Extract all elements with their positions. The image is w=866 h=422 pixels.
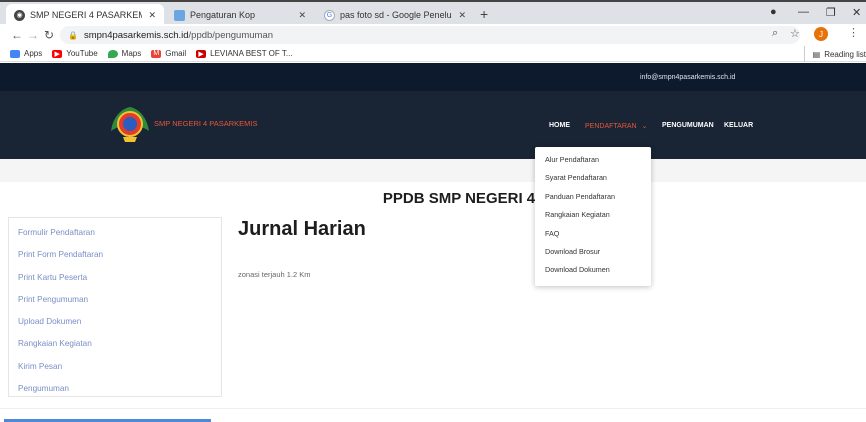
forward-icon[interactable]: → — [26, 28, 40, 42]
reload-icon[interactable]: ↻ — [42, 28, 56, 42]
chevron-down-icon: ⌄ — [641, 123, 648, 130]
youtube-icon: ▶ — [52, 49, 63, 58]
bookmark-maps[interactable]: Maps — [107, 49, 142, 58]
reading-list-icon: ▤ — [812, 49, 821, 59]
browser-tab-bar: ◉ SMP NEGERI 4 PASARKEMIS ✕ Pengaturan K… — [0, 0, 866, 26]
site-header: SMP NEGERI 4 PASARKEMIS HOME PENDAFTARAN… — [0, 91, 866, 159]
close-window-button[interactable]: ✕ — [852, 6, 861, 19]
tab-title: Pengaturan Kop — [190, 10, 256, 20]
lock-icon: 🔒 — [68, 30, 78, 40]
dropdown-item-brosur[interactable]: Download Brosur — [535, 243, 651, 261]
dropdown-item-rangkaian[interactable]: Rangkaian Kegiatan — [535, 206, 651, 224]
extensions-icon[interactable]: ⋮ — [848, 26, 859, 39]
google-icon: G — [324, 9, 335, 21]
nav-home[interactable]: HOME — [549, 122, 570, 129]
nav-pengumuman[interactable]: PENGUMUMAN — [662, 122, 714, 129]
video-icon: ▶ — [196, 49, 207, 58]
apps-grid-icon — [10, 49, 20, 58]
bookmark-leviana[interactable]: ▶ LEVIANA BEST OF T... — [196, 49, 293, 58]
sidebar-item-kirim-pesan[interactable]: Kirim Pesan — [9, 356, 221, 378]
header-strip — [0, 159, 866, 182]
bookmark-label: LEVIANA BEST OF T... — [210, 49, 293, 58]
bookmark-label: Maps — [121, 49, 142, 58]
contact-email[interactable]: info@smpn4pasarkemis.sch.id — [640, 74, 735, 81]
dropdown-item-faq[interactable]: FAQ — [535, 225, 651, 243]
close-icon[interactable]: ✕ — [298, 10, 306, 21]
address-bar-row: ← → ↻ 🔒 smpn4pasarkemis.sch.id /ppdb/pen… — [0, 24, 866, 46]
dropdown-item-alur[interactable]: Alur Pendaftaran — [535, 151, 651, 169]
reading-list-label: Reading list — [824, 49, 866, 59]
tab-title: SMP NEGERI 4 PASARKEMIS — [30, 10, 143, 20]
tab-smp-negeri[interactable]: ◉ SMP NEGERI 4 PASARKEMIS ✕ — [6, 4, 164, 26]
dropdown-item-dokumen[interactable]: Download Dokumen — [535, 261, 651, 279]
dropdown-item-panduan[interactable]: Panduan Pendaftaran — [535, 188, 651, 206]
nav-pendaftaran[interactable]: PENDAFTARAN ⌄ — [585, 122, 647, 130]
sidebar-item-print-kartu[interactable]: Print Kartu Peserta — [9, 267, 221, 289]
sidebar-item-upload[interactable]: Upload Dokumen — [9, 311, 221, 333]
close-icon[interactable]: ✕ — [458, 10, 466, 21]
bookmark-apps[interactable]: Apps — [10, 49, 42, 58]
bookmark-label: Apps — [24, 49, 43, 58]
url-domain: smpn4pasarkemis.sch.id — [83, 29, 189, 41]
pendaftaran-dropdown: Alur Pendaftaran Syarat Pendaftaran Pand… — [535, 147, 651, 286]
sidebar-item-formulir[interactable]: Formulir Pendaftaran — [9, 222, 221, 244]
page-title: PPDB SMP NEGERI 4 — [382, 190, 536, 207]
bookmark-label: Gmail — [165, 49, 187, 58]
zoom-icon[interactable]: ⌕ — [772, 27, 778, 40]
content-text: zonasi terjauh 1.2 Km — [238, 270, 311, 279]
bookmark-star-icon[interactable]: ☆ — [790, 27, 800, 40]
profile-avatar[interactable]: J — [814, 27, 828, 41]
gmail-icon: M — [151, 49, 162, 58]
sidebar-item-rangkaian[interactable]: Rangkaian Kegiatan — [9, 333, 221, 355]
globe-icon: ◉ — [14, 9, 25, 21]
close-icon[interactable]: ✕ — [148, 10, 156, 21]
reading-list-button[interactable]: ▤ Reading list — [803, 46, 866, 62]
tab-title: pas foto sd - Google Penelusuran — [340, 10, 452, 20]
divider — [0, 408, 866, 409]
tab-google-search[interactable]: G pas foto sd - Google Penelusuran ✕ — [316, 4, 474, 26]
url-field[interactable]: 🔒 smpn4pasarkemis.sch.id /ppdb/pengumuma… — [60, 26, 800, 44]
nav-pendaftaran-label: PENDAFTARAN — [585, 123, 637, 130]
tab-search-icon[interactable]: ● — [770, 6, 777, 18]
page-title-wrap: PPDB SMP NEGERI 4 — [0, 190, 866, 208]
nav-keluar[interactable]: KELUAR — [724, 122, 753, 129]
page-icon — [174, 9, 185, 21]
bookmark-label: YouTube — [66, 49, 98, 58]
site-top-bar: info@smpn4pasarkemis.sch.id — [0, 63, 866, 91]
maps-pin-icon — [107, 49, 118, 58]
tab-pengaturan-kop[interactable]: Pengaturan Kop ✕ — [166, 4, 314, 26]
sidebar-item-pengumuman[interactable]: Pengumuman — [9, 378, 221, 400]
sidebar-menu: Formulir Pendaftaran Print Form Pendafta… — [8, 217, 222, 397]
url-path: /ppdb/pengumuman — [188, 29, 274, 41]
bookmark-youtube[interactable]: ▶ YouTube — [52, 49, 98, 58]
back-icon[interactable]: ← — [10, 28, 24, 42]
school-name[interactable]: SMP NEGERI 4 PASARKEMIS — [154, 119, 258, 128]
dropdown-item-syarat[interactable]: Syarat Pendaftaran — [535, 169, 651, 187]
new-tab-button[interactable]: + — [480, 6, 488, 22]
sidebar-item-print-pengumuman[interactable]: Print Pengumuman — [9, 289, 221, 311]
maximize-button[interactable]: ❐ — [826, 6, 836, 19]
bookmark-gmail[interactable]: M Gmail — [151, 49, 186, 58]
sidebar-item-print-form[interactable]: Print Form Pendaftaran — [9, 244, 221, 266]
school-logo[interactable] — [107, 101, 153, 147]
bookmarks-bar: Apps ▶ YouTube Maps M Gmail ▶ LEVIANA BE… — [0, 46, 866, 62]
content-title: Jurnal Harian — [238, 218, 366, 240]
minimize-button[interactable]: — — [798, 6, 809, 18]
